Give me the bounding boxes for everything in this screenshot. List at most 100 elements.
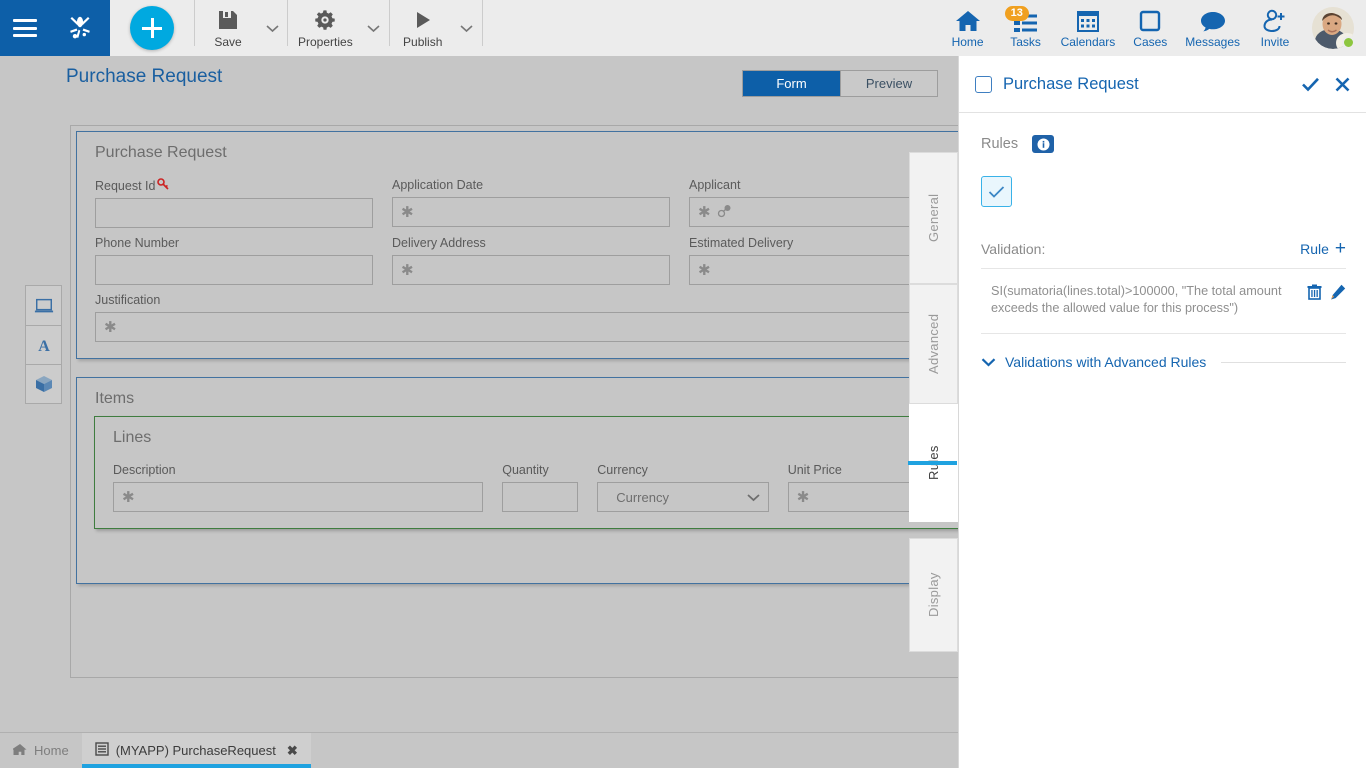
- bottom-taskbar: Home (MYAPP) PurchaseRequest ✖: [0, 732, 958, 768]
- panel-body: Rules Validation: Rule + SI(sumatoria(li…: [959, 113, 1366, 370]
- form-doc-icon: [94, 742, 109, 759]
- tab-general[interactable]: General: [909, 152, 958, 284]
- toolbar-main: Save Properties Publish Home 13 Tasks Ca…: [110, 0, 1366, 56]
- field-description: Description ✱: [113, 463, 484, 512]
- required-asterisk-icon: ✱: [698, 203, 711, 221]
- field-label: Application Date: [392, 178, 484, 192]
- validation-label: Validation:: [981, 241, 1046, 257]
- toolbar-divider: [194, 0, 195, 46]
- publish-dropdown-caret[interactable]: [454, 5, 480, 51]
- avatar[interactable]: [1312, 7, 1355, 49]
- home-small-icon: [11, 743, 27, 759]
- description-input[interactable]: ✱: [113, 482, 484, 512]
- hamburger-icon[interactable]: [13, 19, 37, 37]
- workspace-header: Purchase Request Form Preview: [0, 56, 958, 104]
- required-asterisk-icon: ✱: [401, 261, 414, 279]
- close-x-icon[interactable]: [1335, 77, 1350, 92]
- rules-enabled-checkbox[interactable]: [981, 176, 1012, 207]
- taskbar-tab-purchaserequest[interactable]: (MYAPP) PurchaseRequest ✖: [81, 733, 311, 768]
- publish-group: Publish: [392, 5, 480, 51]
- tab-preview[interactable]: Preview: [840, 71, 937, 96]
- publish-button[interactable]: Publish: [392, 5, 454, 51]
- vtab-general-wrap: General: [909, 152, 958, 284]
- calendar-icon: [1076, 7, 1100, 33]
- taskbar-tab-close-icon[interactable]: ✖: [287, 743, 298, 759]
- tab-form[interactable]: Form: [743, 71, 840, 96]
- save-floppy-icon: [217, 8, 239, 32]
- tab-display[interactable]: Display: [909, 538, 958, 652]
- toolbar-divider: [388, 0, 390, 46]
- nav-calendars-label: Calendars: [1060, 35, 1116, 49]
- nav-calendars[interactable]: Calendars: [1055, 7, 1122, 49]
- nav-home[interactable]: Home: [939, 7, 997, 49]
- rule-item-actions: [1307, 283, 1346, 300]
- currency-selected-value: Currency: [616, 489, 669, 505]
- toolbar-divider: [481, 0, 483, 46]
- panel-select-checkbox[interactable]: [975, 75, 992, 93]
- tab-rules[interactable]: Rules: [909, 404, 958, 522]
- nav-cases[interactable]: Cases: [1121, 7, 1179, 49]
- nav-tasks-label: Tasks: [1010, 35, 1041, 49]
- top-right-nav: Home 13 Tasks Calendars Cases Messages I…: [939, 6, 1366, 49]
- gear-icon: [314, 8, 336, 32]
- application-date-input[interactable]: ✱: [392, 197, 670, 227]
- tasks-badge: 13: [1004, 6, 1029, 21]
- rule-expression: SI(sumatoria(lines.total)>100000, "The t…: [991, 284, 1282, 315]
- advanced-validations-section[interactable]: Validations with Advanced Rules: [981, 354, 1346, 370]
- save-label: Save: [214, 34, 242, 49]
- key-icon: [157, 178, 170, 193]
- nav-tasks[interactable]: 13 Tasks: [997, 6, 1055, 49]
- properties-dropdown-caret[interactable]: [361, 5, 387, 51]
- add-rule-button[interactable]: Rule +: [1300, 238, 1346, 259]
- field-phone-number: Phone Number: [95, 236, 373, 285]
- add-new-button[interactable]: [130, 6, 174, 50]
- field-label: Delivery Address: [392, 236, 486, 250]
- bizagi-frog-logo[interactable]: [63, 11, 97, 45]
- request-id-input[interactable]: [95, 198, 373, 228]
- taskbar-tab-home[interactable]: Home: [0, 733, 82, 768]
- justification-input[interactable]: ✱: [95, 312, 968, 342]
- field-label-wrap: Request Id: [95, 178, 373, 193]
- rule-list-item: SI(sumatoria(lines.total)>100000, "The t…: [981, 269, 1346, 334]
- toolbar-divider: [287, 0, 288, 46]
- section-divider: [1221, 361, 1346, 363]
- add-rule-label: Rule: [1300, 241, 1329, 257]
- field-delivery-address: Delivery Address ✱: [392, 236, 670, 285]
- phone-number-input[interactable]: [95, 255, 373, 285]
- save-button[interactable]: Save: [197, 5, 259, 51]
- tab-advanced[interactable]: Advanced: [909, 284, 958, 404]
- panel-header: Purchase Request: [959, 56, 1366, 113]
- cases-square-icon: [1138, 7, 1162, 33]
- vtab-advanced-wrap: Advanced: [909, 284, 958, 404]
- panel-title: Purchase Request: [1003, 74, 1139, 93]
- field-label: Currency: [597, 463, 648, 477]
- nav-messages[interactable]: Messages: [1179, 7, 1246, 49]
- trash-icon[interactable]: [1307, 284, 1322, 300]
- view-mode-switch: Form Preview: [742, 70, 938, 97]
- required-asterisk-icon: ✱: [698, 261, 711, 279]
- field-justification: Justification ✱: [95, 293, 968, 342]
- currency-select[interactable]: Currency: [597, 482, 769, 512]
- save-group: Save: [197, 5, 285, 51]
- workspace: Purchase Request Form Preview A Purchase…: [0, 56, 1070, 732]
- properties-tab-rail: General Advanced Rules Display: [909, 152, 958, 652]
- nav-cases-label: Cases: [1133, 35, 1168, 49]
- delivery-address-input[interactable]: ✱: [392, 255, 670, 285]
- nav-messages-label: Messages: [1185, 35, 1240, 49]
- plus-icon: +: [1334, 238, 1346, 259]
- home-icon: [955, 7, 981, 33]
- pencil-icon[interactable]: [1330, 284, 1346, 300]
- validation-header-row: Validation: Rule +: [981, 238, 1346, 269]
- save-dropdown-caret[interactable]: [259, 5, 285, 51]
- info-circle-icon[interactable]: [1032, 135, 1055, 153]
- field-application-date: Application Date ✱: [392, 178, 670, 228]
- required-asterisk-icon: ✱: [104, 318, 117, 336]
- nav-invite-label: Invite: [1260, 35, 1290, 49]
- quantity-input[interactable]: [502, 482, 579, 512]
- presence-indicator: [1342, 36, 1355, 49]
- svg-text:A: A: [38, 338, 50, 354]
- nav-invite[interactable]: Invite: [1246, 7, 1304, 49]
- confirm-check-icon[interactable]: [1302, 77, 1319, 92]
- properties-button[interactable]: Properties: [290, 5, 361, 51]
- play-triangle-icon: [412, 8, 434, 32]
